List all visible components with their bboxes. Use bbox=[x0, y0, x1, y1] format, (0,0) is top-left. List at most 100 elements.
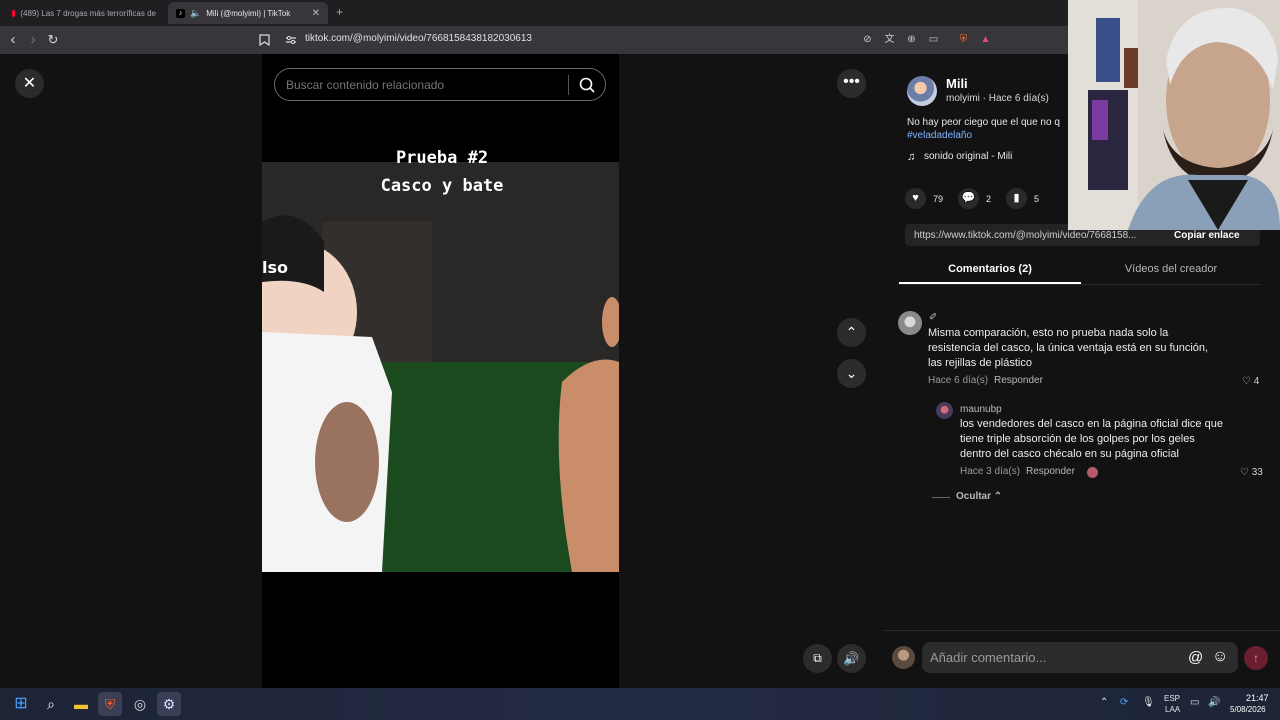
tray-chevron-icon[interactable]: ⌃ bbox=[1100, 697, 1108, 708]
comment-text: Misma comparación, esto no prueba nada s… bbox=[928, 327, 1209, 369]
keyboard-layout[interactable]: LAA bbox=[1165, 705, 1180, 714]
like-count: 79 bbox=[933, 193, 944, 204]
video-caption-line1: Prueba #2 bbox=[395, 148, 489, 168]
comment-count: 2 bbox=[986, 193, 992, 204]
next-video-button[interactable]: ⌄ bbox=[837, 359, 866, 388]
video-caption-line2: Casco y bate bbox=[380, 176, 504, 196]
windows-taskbar bbox=[0, 688, 1280, 720]
tabs-divider bbox=[899, 284, 1261, 285]
reply-avatar[interactable] bbox=[936, 402, 953, 419]
hashtag-link[interactable]: #veladadelaño bbox=[907, 130, 972, 141]
volume-button[interactable]: 🔊 bbox=[837, 644, 866, 673]
helmet-text: lso bbox=[262, 258, 288, 277]
site-settings-icon[interactable] bbox=[285, 35, 297, 45]
reply-reply-button[interactable]: Responder bbox=[1026, 466, 1075, 477]
language-code[interactable]: ESP bbox=[1164, 694, 1180, 703]
heart-outline-icon: ♡ bbox=[1240, 467, 1249, 478]
hide-replies-label: Ocultar bbox=[956, 491, 992, 502]
creator-liked-avatar bbox=[1087, 467, 1098, 478]
reply-like-count: 33 bbox=[1251, 467, 1263, 478]
obs-icon[interactable]: ◎ bbox=[128, 692, 152, 716]
reply-username[interactable]: maunubp bbox=[960, 404, 1002, 415]
search-taskbar-icon[interactable]: ⌕ bbox=[39, 692, 63, 716]
brave-browser-icon[interactable]: ⛨ bbox=[98, 692, 122, 716]
cast-icon[interactable]: ▭ bbox=[928, 34, 939, 45]
tab-title: (489) Las 7 drogas más terroríficas de bbox=[20, 8, 156, 18]
save-action[interactable]: ▮ 5 bbox=[1006, 188, 1039, 209]
more-options-button[interactable]: ••• bbox=[837, 69, 866, 98]
comment-like-button[interactable]: ♡ 4 bbox=[1242, 376, 1259, 387]
reply-like-button[interactable]: ♡ 33 bbox=[1240, 467, 1263, 478]
url-field[interactable]: tiktok.com/@molyimi/video/76681584381820… bbox=[305, 33, 532, 44]
reply-text: los vendedores del casco en la página of… bbox=[960, 418, 1223, 460]
tray-app-icon[interactable]: ⟳ bbox=[1120, 697, 1128, 708]
post-comment-button[interactable]: ↑ bbox=[1244, 646, 1268, 670]
video-description: No hay peor ciego que el que no q bbox=[907, 117, 1060, 128]
share-link-url[interactable]: https://www.tiktok.com/@molyimi/video/76… bbox=[914, 230, 1159, 241]
reply-button[interactable]: Responder bbox=[994, 375, 1043, 386]
brave-rewards-icon[interactable]: ▲ bbox=[980, 34, 991, 45]
previous-video-button[interactable]: ⌃ bbox=[837, 318, 866, 347]
back-icon[interactable]: ‹ bbox=[4, 31, 22, 48]
tiktok-icon: ♪ bbox=[176, 8, 185, 18]
translate-icon[interactable]: 文 bbox=[884, 34, 895, 45]
music-note-icon: ♫ bbox=[907, 151, 916, 163]
tab-comments[interactable]: Comentarios (2) bbox=[899, 254, 1081, 284]
brave-shield-icon[interactable]: ⛨ bbox=[958, 34, 969, 45]
close-video-button[interactable]: ✕ bbox=[15, 69, 44, 98]
video-scene-image bbox=[262, 162, 619, 572]
emoji-icon[interactable]: ☺ bbox=[1212, 648, 1228, 666]
clock-date[interactable]: 5/08/2026 bbox=[1230, 705, 1266, 714]
webcam-overlay bbox=[1068, 0, 1280, 230]
tab-title: Mili (@molyimi) | TikTok bbox=[206, 8, 291, 18]
bookmark-save-icon[interactable]: ▮ bbox=[1006, 188, 1027, 209]
search-icon[interactable] bbox=[578, 76, 596, 94]
windows-start-icon[interactable]: ⊞ bbox=[9, 692, 33, 716]
reload-icon[interactable]: ↻ bbox=[44, 32, 62, 48]
hide-replies-button[interactable]: Ocultar ⌃ bbox=[956, 491, 1002, 502]
tab-creator-videos[interactable]: Vídeos del creador bbox=[1081, 254, 1261, 284]
author-name[interactable]: Mili bbox=[946, 76, 968, 91]
commenter-avatar[interactable] bbox=[898, 311, 922, 335]
heart-icon[interactable]: ♥ bbox=[905, 188, 926, 209]
comment-action[interactable]: 💬 2 bbox=[958, 188, 991, 209]
no-camera-icon[interactable]: ⊘ bbox=[862, 34, 873, 45]
comment-bubble-icon[interactable]: 💬 bbox=[958, 188, 979, 209]
tab-youtube[interactable]: (489) Las 7 drogas más terroríficas de bbox=[4, 2, 164, 24]
author-handle: molyimi · Hace 6 día(s) bbox=[946, 93, 1049, 104]
file-explorer-icon[interactable]: ▬ bbox=[69, 692, 93, 716]
youtube-icon bbox=[12, 9, 16, 17]
search-input[interactable] bbox=[284, 72, 566, 98]
network-icon[interactable]: ▭ bbox=[1190, 697, 1199, 708]
chevron-up-icon: ⌃ bbox=[993, 491, 1003, 502]
new-tab-button[interactable]: + bbox=[336, 5, 343, 19]
reply-time: Hace 3 día(s) bbox=[960, 466, 1021, 477]
hide-line bbox=[932, 497, 950, 498]
search-divider bbox=[568, 75, 569, 95]
zoom-icon[interactable]: ⊕ bbox=[906, 34, 917, 45]
speaker-icon: 🔈 bbox=[190, 7, 202, 18]
steam-icon[interactable]: ⚙ bbox=[157, 692, 181, 716]
picture-in-picture-button[interactable]: ⧉ bbox=[803, 644, 832, 673]
mention-icon[interactable]: @ bbox=[1188, 649, 1203, 666]
microphone-icon[interactable]: 🎙 bbox=[1142, 697, 1155, 708]
commenter-name[interactable]: ✐ bbox=[929, 312, 937, 323]
like-action[interactable]: ♥ 79 bbox=[905, 188, 943, 209]
viewer-avatar bbox=[892, 646, 915, 669]
webcam-image bbox=[1068, 0, 1280, 230]
video-frame bbox=[262, 162, 619, 572]
save-count: 5 bbox=[1034, 193, 1040, 204]
comment-time: Hace 6 día(s) bbox=[928, 375, 989, 386]
tab-tiktok[interactable]: ♪ 🔈 Mili (@molyimi) | TikTok ✕ bbox=[168, 2, 328, 24]
close-tab-icon[interactable]: ✕ bbox=[312, 8, 320, 19]
heart-outline-icon: ♡ bbox=[1242, 376, 1251, 387]
bookmark-icon[interactable] bbox=[259, 34, 270, 46]
music-link[interactable]: sonido original - Mili bbox=[924, 151, 1012, 162]
forward-icon[interactable]: › bbox=[24, 31, 42, 48]
author-avatar[interactable] bbox=[907, 76, 937, 106]
clock-time[interactable]: 21:47 bbox=[1246, 693, 1269, 703]
comment-like-count: 4 bbox=[1253, 376, 1260, 387]
volume-tray-icon[interactable]: 🔊 bbox=[1208, 697, 1220, 708]
input-divider bbox=[883, 630, 1280, 631]
copy-link-button[interactable]: Copiar enlace bbox=[1174, 230, 1240, 241]
